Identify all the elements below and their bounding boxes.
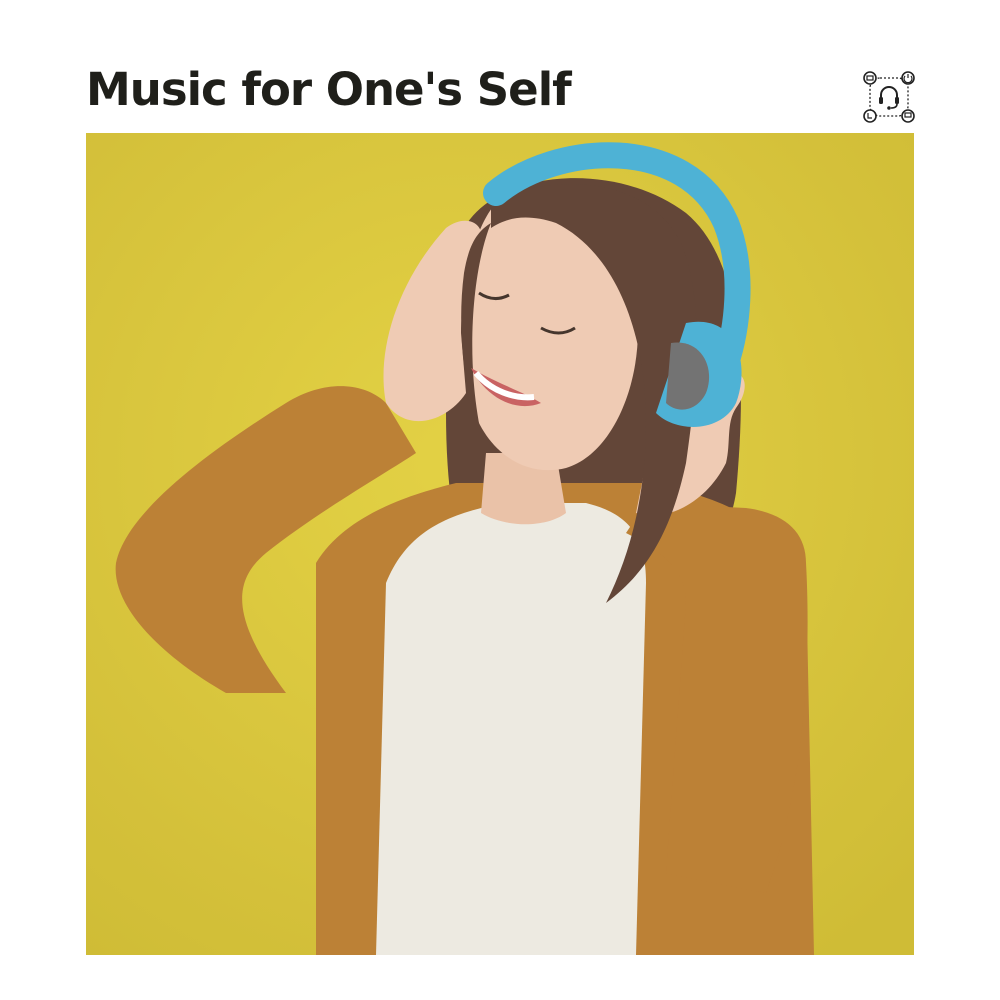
headset-circuit-logo-icon <box>861 69 917 125</box>
album-cover: Music for One's Self <box>0 0 1000 1000</box>
woman-with-headphones-photo <box>86 133 914 955</box>
album-title: Music for One's Self <box>86 63 572 116</box>
